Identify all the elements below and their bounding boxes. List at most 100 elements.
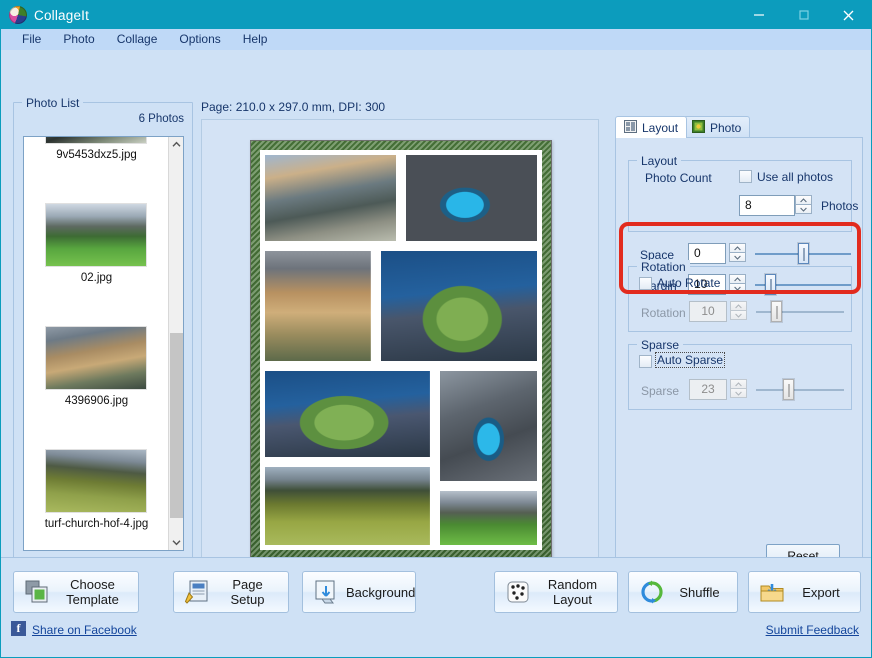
background-label: Background bbox=[346, 584, 416, 600]
collage-cell[interactable] bbox=[260, 150, 401, 246]
photo-count-stepper[interactable] bbox=[795, 195, 812, 216]
shuffle-button[interactable]: Shuffle bbox=[628, 571, 738, 613]
photo-count-text: Photo Count bbox=[645, 171, 712, 185]
tab-photo-label: Photo bbox=[710, 120, 742, 135]
window-title: CollageIt bbox=[34, 7, 90, 23]
chevron-up-icon[interactable] bbox=[169, 137, 183, 152]
random-layout-label: Random Layout bbox=[547, 577, 598, 607]
collage-cell[interactable] bbox=[401, 150, 542, 246]
photo-filename: turf-church-hof-4.jpg bbox=[44, 518, 149, 530]
layout-grid-icon bbox=[624, 119, 637, 136]
photo-thumbnail bbox=[46, 327, 146, 389]
photo-list-scrollbar[interactable] bbox=[168, 137, 183, 550]
bottom-toolbar: Choose Template Page Setup Background Ra… bbox=[1, 557, 871, 657]
collage-cell[interactable] bbox=[260, 246, 376, 366]
photo-filename: 9v5453dxz5.jpg bbox=[56, 149, 137, 161]
window-controls bbox=[736, 1, 871, 29]
collage-photo bbox=[380, 251, 537, 361]
sparse-label: Sparse bbox=[641, 384, 680, 398]
background-button[interactable]: Background bbox=[302, 571, 416, 613]
rotation-slider bbox=[756, 301, 844, 322]
menu-item-photo[interactable]: Photo bbox=[52, 29, 105, 50]
rotation-group: Rotation Auto Rotate Rotation 10 bbox=[628, 260, 852, 332]
collage-cell[interactable] bbox=[434, 366, 542, 486]
sparse-input: 23 bbox=[689, 379, 727, 400]
random-layout-button[interactable]: Random Layout bbox=[494, 571, 618, 613]
auto-rotate-checkbox[interactable] bbox=[639, 277, 652, 290]
export-button[interactable]: Export bbox=[748, 571, 861, 613]
page-setup-label: Page Setup bbox=[230, 577, 265, 607]
photo-frame-icon bbox=[692, 119, 705, 136]
collage-cell[interactable] bbox=[434, 486, 542, 550]
menu-item-help[interactable]: Help bbox=[232, 29, 279, 50]
photo-count-input[interactable]: 8 bbox=[739, 195, 795, 216]
auto-rotate-label[interactable]: Auto Rotate bbox=[657, 276, 720, 290]
background-icon bbox=[313, 579, 339, 605]
sparse-stepper bbox=[730, 379, 747, 400]
tab-photo[interactable]: Photo bbox=[683, 116, 751, 138]
photo-filename: 02.jpg bbox=[80, 272, 113, 284]
tab-layout-label: Layout bbox=[642, 120, 679, 135]
stepper-down-icon[interactable] bbox=[729, 252, 746, 262]
auto-sparse-checkbox[interactable] bbox=[639, 355, 652, 368]
rotation-group-legend: Rotation bbox=[637, 260, 690, 274]
photo-thumbnail bbox=[46, 137, 146, 143]
collage-photo bbox=[265, 251, 371, 361]
submit-feedback-link[interactable]: Submit Feedback bbox=[766, 623, 859, 637]
page-setup-button[interactable]: Page Setup bbox=[173, 571, 289, 613]
title-bar: CollageIt bbox=[1, 1, 871, 29]
stepper-down-icon[interactable] bbox=[795, 204, 812, 214]
collage-cell[interactable] bbox=[260, 462, 435, 550]
share-on-facebook-link[interactable]: Share on Facebook bbox=[32, 623, 137, 637]
menu-bar: File Photo Collage Options Help bbox=[1, 29, 871, 50]
photo-filename: 4396906.jpg bbox=[64, 395, 129, 407]
list-item[interactable]: 02.jpg bbox=[24, 198, 169, 321]
export-folder-icon bbox=[759, 579, 785, 605]
use-all-photos-checkbox[interactable] bbox=[739, 170, 752, 183]
page-info-label: Page: 210.0 x 297.0 mm, DPI: 300 bbox=[201, 100, 386, 114]
photo-list-panel: Photo List 6 Photos 9v5453dxz5.jpg 02.jp… bbox=[13, 96, 193, 602]
list-item[interactable]: 9v5453dxz5.jpg bbox=[24, 137, 169, 198]
photos-suffix-label: Photos bbox=[821, 199, 859, 213]
collage-preview-area[interactable] bbox=[201, 119, 599, 572]
use-all-photos-label[interactable]: Use all photos bbox=[757, 170, 833, 184]
tab-layout[interactable]: Layout bbox=[615, 116, 688, 138]
photo-list-items: 9v5453dxz5.jpg 02.jpg 4396906.jpg turf-c… bbox=[24, 137, 169, 550]
list-item[interactable]: 4396906.jpg bbox=[24, 321, 169, 444]
choose-template-label: Choose Template bbox=[66, 577, 119, 607]
menu-item-collage[interactable]: Collage bbox=[106, 29, 169, 50]
menu-item-file[interactable]: File bbox=[11, 29, 52, 50]
space-stepper[interactable] bbox=[729, 243, 746, 264]
rotation-stepper bbox=[730, 301, 747, 322]
collage-photo bbox=[265, 371, 430, 457]
auto-sparse-label[interactable]: Auto Sparse bbox=[654, 352, 726, 368]
stepper-down-icon bbox=[730, 310, 747, 320]
collage-photo bbox=[439, 491, 537, 545]
settings-tabs: Layout Photo bbox=[615, 116, 863, 138]
collage-cell[interactable] bbox=[375, 246, 542, 366]
facebook-icon[interactable]: f bbox=[11, 621, 26, 636]
list-item[interactable]: turf-church-hof-4.jpg bbox=[24, 444, 169, 550]
collage-page[interactable] bbox=[250, 140, 552, 560]
choose-template-button[interactable]: Choose Template bbox=[13, 571, 139, 613]
collage-cell[interactable] bbox=[260, 366, 435, 462]
sparse-group-legend: Sparse bbox=[637, 338, 684, 352]
space-input[interactable]: 0 bbox=[688, 243, 726, 264]
rotation-label: Rotation bbox=[641, 306, 686, 320]
stepper-down-icon bbox=[730, 388, 747, 398]
photo-list-box[interactable]: 9v5453dxz5.jpg 02.jpg 4396906.jpg turf-c… bbox=[23, 136, 184, 551]
collage-photo bbox=[265, 467, 430, 545]
slider-thumb bbox=[783, 379, 794, 400]
rotation-input: 10 bbox=[689, 301, 727, 322]
close-icon[interactable] bbox=[826, 1, 871, 29]
scrollbar-thumb[interactable] bbox=[170, 333, 183, 518]
minimize-icon[interactable] bbox=[736, 1, 781, 29]
space-slider[interactable] bbox=[755, 243, 851, 264]
slider-thumb[interactable] bbox=[798, 243, 809, 264]
shuffle-label: Shuffle bbox=[679, 584, 720, 600]
maximize-icon[interactable] bbox=[781, 1, 826, 29]
settings-panel: Layout Photo Layout Photo Count Use all … bbox=[615, 116, 863, 602]
menu-item-options[interactable]: Options bbox=[168, 29, 231, 50]
chevron-down-icon[interactable] bbox=[169, 535, 183, 550]
sparse-group: Sparse Auto Sparse Sparse 23 bbox=[628, 338, 852, 410]
